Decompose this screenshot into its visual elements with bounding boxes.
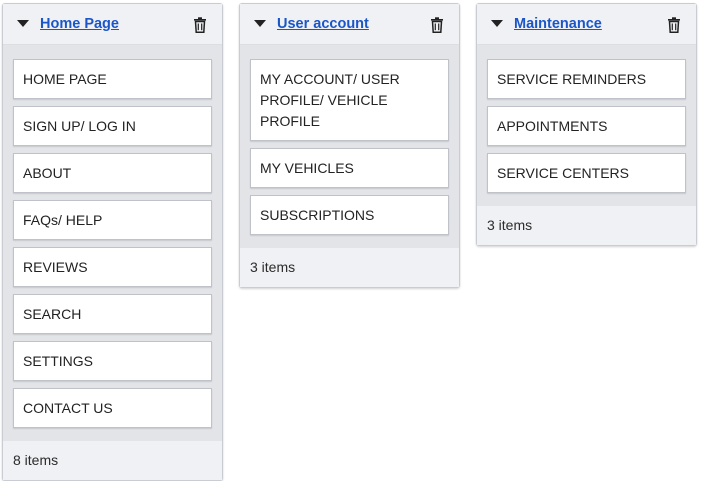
item-count: 3 items [240,248,459,287]
card-item[interactable]: SEARCH [13,294,212,334]
column-header: Home Page [3,4,222,45]
card-item[interactable]: CONTACT US [13,388,212,428]
card-item[interactable]: FAQs/ HELP [13,200,212,240]
column-header: Maintenance [477,4,696,45]
card-item[interactable]: SUBSCRIPTIONS [250,195,449,235]
card-item[interactable]: MY ACCOUNT/ USER PROFILE/ VEHICLE PROFIL… [250,59,449,141]
column-user-account: User account MY ACCOUNT/ USER PROFILE/ V… [239,3,460,288]
card-item[interactable]: APPOINTMENTS [487,106,686,146]
caret-down-icon[interactable] [254,20,266,27]
trash-icon[interactable] [430,17,444,33]
card-item[interactable]: MY VEHICLES [250,148,449,188]
card-item[interactable]: SERVICE CENTERS [487,153,686,193]
card-list: MY ACCOUNT/ USER PROFILE/ VEHICLE PROFIL… [240,45,459,248]
column-home-page: Home Page HOME PAGE SIGN UP/ LOG IN ABOU… [2,3,223,481]
caret-down-icon[interactable] [491,20,503,27]
card-list: SERVICE REMINDERS APPOINTMENTS SERVICE C… [477,45,696,206]
card-item[interactable]: REVIEWS [13,247,212,287]
trash-icon[interactable] [667,17,681,33]
card-item[interactable]: ABOUT [13,153,212,193]
board: Home Page HOME PAGE SIGN UP/ LOG IN ABOU… [0,0,715,481]
card-item[interactable]: SETTINGS [13,341,212,381]
card-item[interactable]: HOME PAGE [13,59,212,99]
column-maintenance: Maintenance SERVICE REMINDERS APPOINTMEN… [476,3,697,246]
column-header: User account [240,4,459,45]
item-count: 3 items [477,206,696,245]
card-item[interactable]: SIGN UP/ LOG IN [13,106,212,146]
column-title-link[interactable]: Home Page [40,16,119,32]
caret-down-icon[interactable] [17,20,29,27]
item-count: 8 items [3,441,222,480]
column-title-link[interactable]: Maintenance [514,16,602,32]
card-item[interactable]: SERVICE REMINDERS [487,59,686,99]
column-title-link[interactable]: User account [277,16,369,32]
card-list: HOME PAGE SIGN UP/ LOG IN ABOUT FAQs/ HE… [3,45,222,441]
trash-icon[interactable] [193,17,207,33]
